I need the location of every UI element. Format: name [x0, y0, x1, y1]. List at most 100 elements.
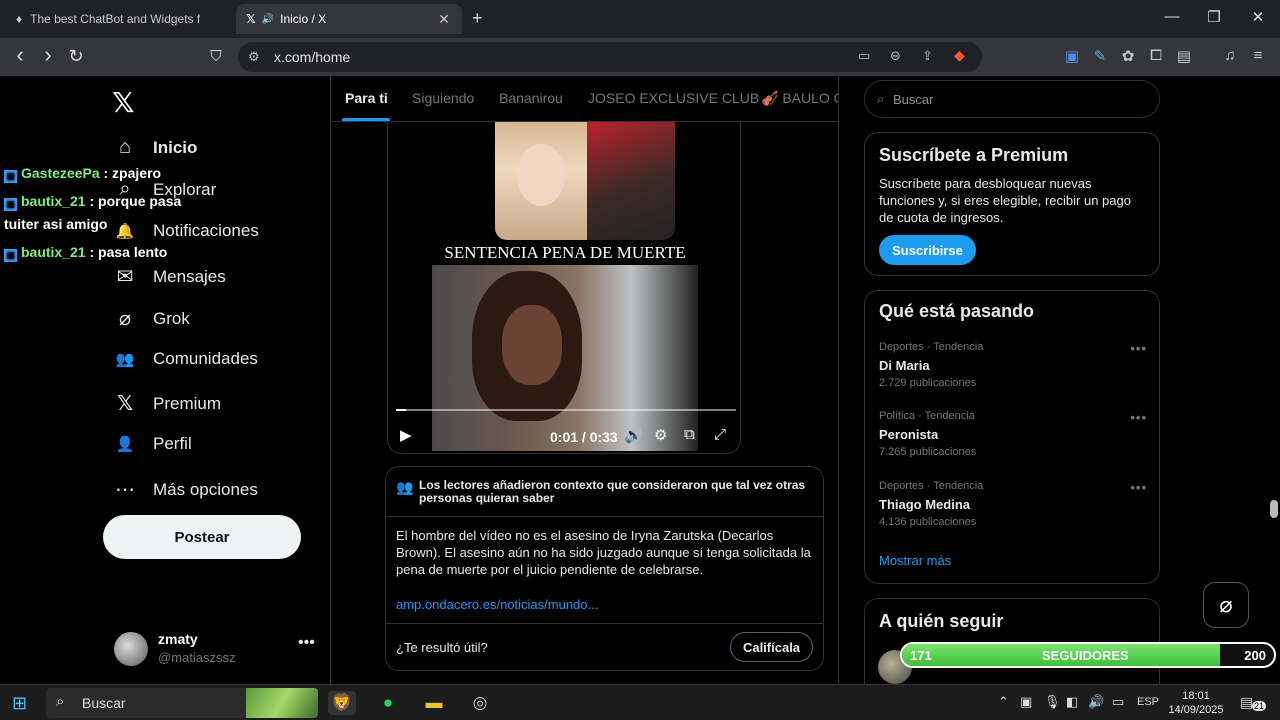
play-icon[interactable]: ▶ [400, 426, 412, 444]
scrollbar-thumb[interactable] [1270, 500, 1278, 518]
trend-more-icon[interactable]: ••• [1130, 480, 1147, 495]
url-text: x.com/home [274, 49, 351, 65]
video-progress-bar[interactable] [396, 409, 736, 411]
community-note-body: El hombre del vídeo no es el asesino de … [396, 528, 811, 577]
tab-inicio-x[interactable]: 𝕏 🔊 Inicio / X ✕ [236, 4, 462, 34]
trend-category: Deportes · Tendencia [879, 480, 984, 492]
reload-icon[interactable]: ↻ [64, 46, 88, 67]
x-logo-icon[interactable]: 𝕏 [112, 86, 135, 119]
brave-taskbar-icon[interactable]: 🦁 [328, 691, 356, 715]
windows-start-icon[interactable]: ⊞ [12, 693, 27, 714]
translate-extension-icon[interactable]: ▣ [1062, 47, 1082, 65]
video-image-police [587, 122, 675, 240]
trend-name: Di Maria [879, 358, 930, 373]
maximize-icon[interactable]: ❐ [1194, 8, 1234, 26]
page-scrollbar[interactable] [1268, 76, 1280, 684]
post-button[interactable]: Postear [103, 515, 301, 559]
tab-para-ti[interactable]: Para ti [345, 90, 388, 106]
subscribe-button[interactable]: Suscribirse [879, 235, 976, 265]
nav-premium[interactable]: 𝕏 Premium [112, 391, 221, 416]
app-taskbar-icon[interactable]: ◎ [466, 691, 494, 715]
bookmark-icon[interactable]: ⛉ [204, 48, 228, 65]
close-tab-icon[interactable]: ✕ [438, 11, 450, 28]
taskbar-search[interactable]: ⌕ Buscar [46, 688, 318, 718]
x-page: 𝕏 ⌂ Inicio ⌕ Explorar 🔔 Notificaciones ✉… [0, 76, 1280, 684]
spotify-taskbar-icon[interactable]: ● [374, 691, 402, 715]
network-icon[interactable]: ▭ [1112, 694, 1124, 710]
microphone-icon[interactable]: 🎙 [1044, 694, 1061, 710]
account-switcher[interactable]: zmaty @matiaszssz ••• [114, 628, 324, 668]
file-explorer-taskbar-icon[interactable]: ▬ [420, 691, 448, 715]
new-tab-button[interactable]: + [472, 8, 483, 29]
tray-app-icon[interactable]: ▣ [1020, 694, 1032, 710]
nav-inicio[interactable]: ⌂ Inicio [112, 136, 197, 159]
tab-baulo-club[interactable]: 🎻 BAULO CLUB [761, 90, 838, 107]
search-input[interactable] [893, 89, 1143, 109]
search-icon: ⌕ [877, 91, 885, 106]
trend-item[interactable]: Deportes · Tendencia Di Maria 2.729 publ… [879, 341, 1149, 401]
nav-notificaciones[interactable]: 🔔 Notificaciones [112, 221, 259, 241]
forward-icon[interactable]: › [36, 42, 60, 68]
community-note-title: Los lectores añadieron contexto que cons… [419, 478, 806, 505]
video-image-woman [495, 122, 587, 240]
show-more-link[interactable]: Mostrar más [879, 553, 951, 568]
address-bar[interactable]: ⚙ x.com/home ▭ ⊖ ⇪ ◆ [238, 42, 982, 72]
tab-bananirou[interactable]: Bananirou [499, 90, 563, 106]
nav-mensajes[interactable]: ✉ Mensajes [112, 264, 226, 289]
premium-card: Suscríbete a Premium Suscríbete para des… [864, 132, 1160, 276]
trend-more-icon[interactable]: ••• [1130, 341, 1147, 356]
window-close-icon[interactable]: ✕ [1238, 8, 1278, 26]
extension-icon[interactable]: ✿ [1118, 47, 1138, 65]
nav-mas-opciones[interactable]: ⋯ Más opciones [112, 477, 258, 502]
trends-card: Qué está pasando Deportes · Tendencia Di… [864, 290, 1160, 584]
trend-item[interactable]: Deportes · Tendencia Thiago Medina 4.136… [879, 480, 1149, 540]
nav-label: Notificaciones [153, 221, 259, 240]
menu-icon[interactable]: ≡ [1248, 47, 1268, 64]
chat-text: : pasa lento [89, 244, 168, 260]
nav-grok[interactable]: ⌀ Grok [112, 306, 190, 331]
tray-app-icon[interactable]: ◧ [1066, 694, 1078, 710]
ai-extension-icon[interactable]: ✎ [1090, 47, 1110, 65]
sidebar-icon[interactable]: ▤ [1174, 47, 1194, 65]
helpful-question: ¿Te resultó útil? [396, 640, 488, 655]
language-indicator[interactable]: ESP [1137, 696, 1159, 708]
cast-icon[interactable]: ▭ [858, 48, 870, 64]
video-player[interactable]: SENTENCIA PENA DE MUERTE ▶ 0:01 / 0:33 🔊… [387, 122, 741, 454]
settings-icon[interactable]: ⚙ [654, 426, 667, 444]
trend-item[interactable]: Política · Tendencia Peronista 7.265 pub… [879, 410, 1149, 470]
back-icon[interactable]: ‹ [8, 42, 32, 68]
notifications-icon[interactable]: ▤ [1240, 694, 1253, 711]
community-note-link[interactable]: amp.ondacero.es/noticias/mundo... [396, 597, 598, 612]
kick-badge-icon: ▣ [4, 198, 17, 211]
nav-perfil[interactable]: 👤 Perfil [112, 434, 192, 454]
pip-icon[interactable]: ⧉ [684, 426, 695, 443]
audio-icon[interactable]: 🔊 [262, 14, 274, 25]
account-more-icon[interactable]: ••• [298, 634, 315, 652]
tab-chatbot[interactable]: ♦ The best ChatBot and Widgets for Kick [6, 4, 234, 34]
tab-joseo-club[interactable]: JOSEO EXCLUSIVE CLUB [588, 90, 759, 106]
grok-button[interactable]: ⌀ [1203, 582, 1249, 628]
community-note-header[interactable]: 👥 Los lectores añadieron contexto que co… [386, 467, 823, 517]
brave-shields-icon[interactable]: ◆ [954, 47, 965, 64]
share-icon[interactable]: ⇪ [922, 48, 933, 64]
kick-badge-icon: ▣ [4, 249, 17, 262]
volume-icon[interactable]: 🔊 [624, 426, 643, 444]
x-favicon-icon: 𝕏 [246, 12, 256, 26]
fullscreen-icon[interactable]: ⤢ [714, 426, 726, 443]
nav-label: Premium [153, 393, 222, 413]
media-icon[interactable]: ♫ [1220, 47, 1240, 64]
volume-icon[interactable]: 🔊 [1088, 694, 1104, 710]
nav-comunidades[interactable]: 👥 Comunidades [112, 349, 258, 369]
site-info-icon[interactable]: ⚙ [248, 49, 260, 65]
tray-expand-icon[interactable]: ⌃ [998, 694, 1009, 710]
tab-title: Inicio / X [280, 12, 327, 26]
tab-siguiendo[interactable]: Siguiendo [412, 90, 474, 106]
zoom-icon[interactable]: ⊖ [890, 48, 901, 64]
extensions-puzzle-icon[interactable]: ⧠ [1146, 47, 1166, 64]
minimize-icon[interactable]: — [1152, 8, 1192, 25]
taskbar-clock[interactable]: 18:01 14/09/2025 [1166, 689, 1226, 717]
search-box[interactable]: ⌕ [864, 80, 1160, 118]
rate-button[interactable]: Califícala [730, 632, 813, 662]
search-icon: ⌕ [56, 693, 65, 710]
trend-more-icon[interactable]: ••• [1130, 410, 1147, 425]
